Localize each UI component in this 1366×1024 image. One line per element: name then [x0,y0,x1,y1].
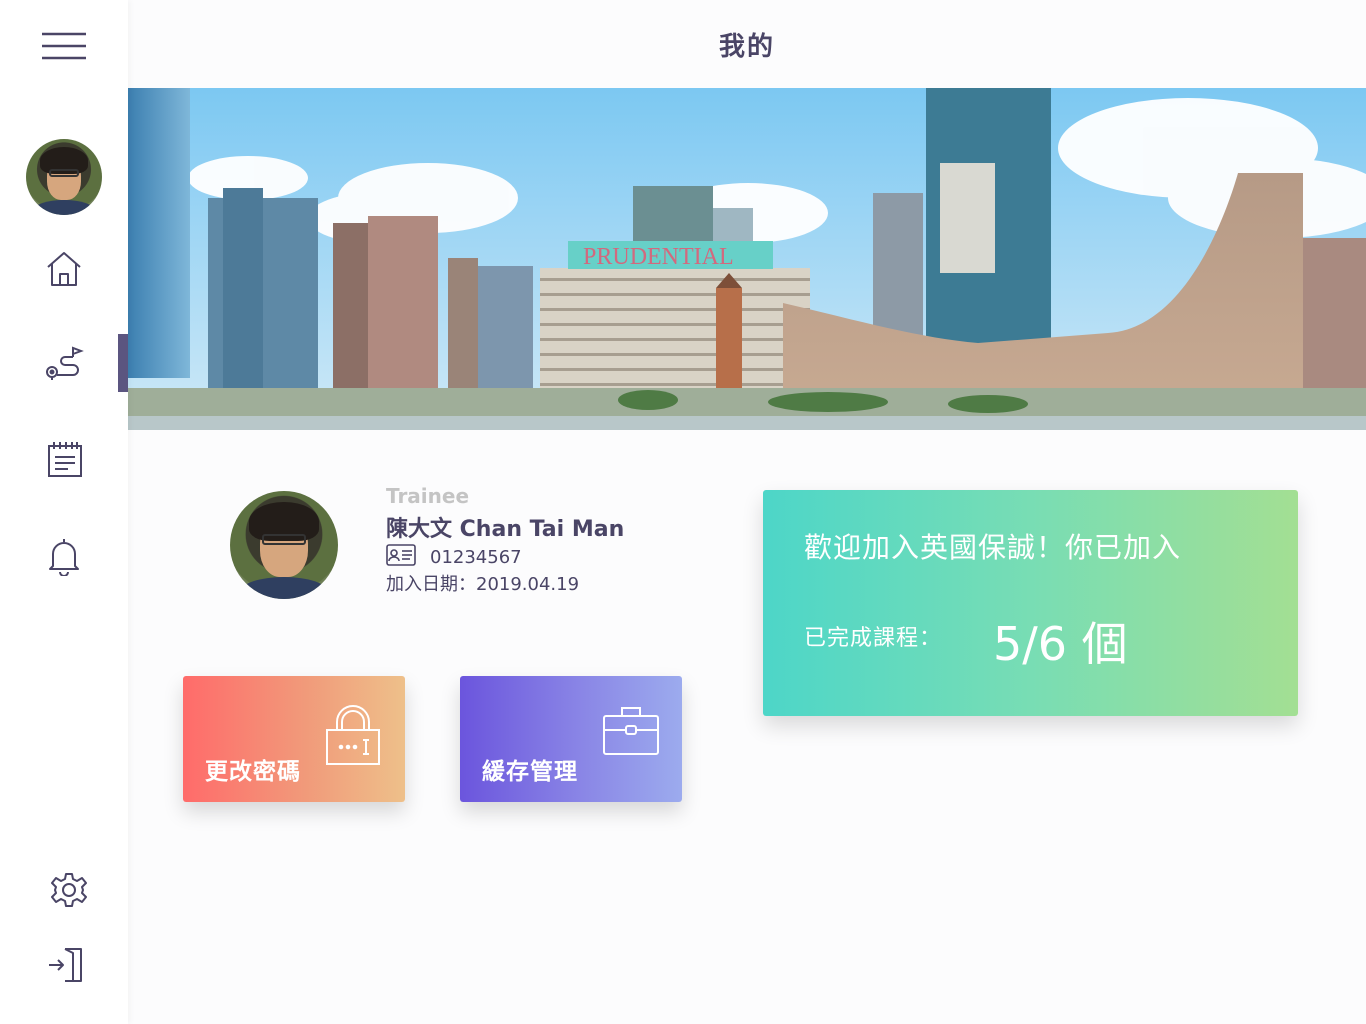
lock-icon [325,704,381,770]
calendar-icon[interactable] [40,438,88,482]
profile-id: 01234567 [386,544,522,571]
active-indicator [118,334,128,392]
profile-joined-date: 加入日期：2019.04.19 [386,574,580,595]
change-password-label: 更改密碼 [205,759,301,785]
bell-icon[interactable] [42,534,86,578]
id-card-icon [386,544,416,571]
menu-icon[interactable] [38,28,90,64]
welcome-message: 歡迎加入英國保誠！你已加入 [804,531,1182,564]
route-icon[interactable] [40,342,88,386]
cache-management-button[interactable]: 緩存管理 [460,676,682,802]
home-icon[interactable] [40,246,88,292]
profile-role: Trainee [386,484,470,508]
completed-courses-value: 5/6 個 [993,617,1128,671]
change-password-button[interactable]: 更改密碼 [183,676,405,802]
profile-id-number: 01234567 [430,547,522,568]
briefcase-icon [602,704,660,762]
profile-name: 陳大文 Chan Tai Man [386,517,625,542]
profile-avatar [230,491,338,599]
sidebar [0,0,128,1024]
page-title: 我的 [718,31,775,62]
banner-sign-text: PRUDENTIAL [583,244,734,270]
logout-icon[interactable] [42,942,88,986]
banner-image: PRUDENTIAL [128,88,1366,430]
gear-icon[interactable] [46,868,92,912]
cache-management-label: 緩存管理 [482,759,578,785]
header: 我的 [128,0,1366,88]
welcome-card: 歡迎加入英國保誠！你已加入 已完成課程： 5/6 個 [763,490,1298,716]
avatar[interactable] [26,139,102,215]
completed-courses-label: 已完成課程： [804,626,943,651]
